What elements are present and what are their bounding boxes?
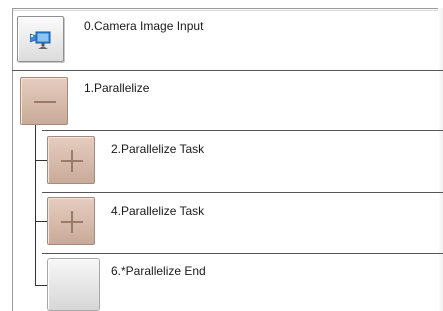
- tree-branch-line: [35, 285, 47, 286]
- tree-branch-line: [35, 160, 47, 161]
- collapse-button[interactable]: [20, 77, 68, 125]
- item-label-parallelize-task-4: 4.Parallelize Task: [111, 204, 205, 218]
- row-separator: [12, 70, 443, 71]
- item-label-camera-image-input: 0.Camera Image Input: [84, 19, 204, 33]
- camera-image-input-button[interactable]: [17, 16, 64, 62]
- panel-right-edge: [438, 8, 443, 311]
- row-separator: [42, 192, 443, 193]
- panel-border-left: [12, 8, 13, 311]
- item-label-parallelize-end: 6.*Parallelize End: [111, 264, 206, 278]
- row-separator: [42, 130, 443, 131]
- tree-branch-line: [35, 221, 47, 222]
- camera-icon: [30, 31, 51, 49]
- expand-button[interactable]: [47, 136, 95, 184]
- processing-flow-panel: 0.Camera Image Input 1.Parallelize 2.Par…: [0, 0, 443, 311]
- panel-border-top: [12, 8, 443, 9]
- panel-border-top-inner: [12, 10, 443, 11]
- tree-vertical-line: [35, 125, 36, 286]
- plus-icon-vertical: [71, 150, 73, 172]
- item-label-parallelize: 1.Parallelize: [84, 81, 150, 95]
- expand-button[interactable]: [47, 197, 95, 245]
- row-separator: [42, 253, 443, 254]
- parallelize-end-button[interactable]: [47, 258, 100, 311]
- item-label-parallelize-task-2: 2.Parallelize Task: [111, 142, 205, 156]
- minus-icon: [34, 101, 56, 103]
- plus-icon-vertical: [71, 211, 73, 233]
